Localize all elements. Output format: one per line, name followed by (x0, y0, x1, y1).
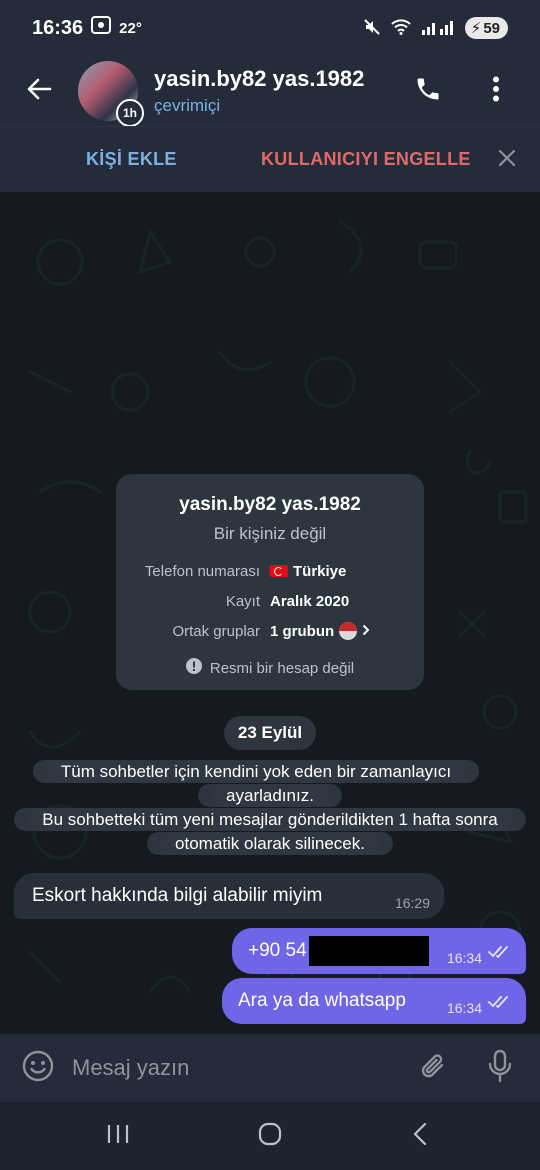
avatar[interactable]: 1h (78, 61, 144, 127)
more-options-button[interactable] (462, 56, 530, 126)
official-notice-text: Resmi bir hesap değil (209, 659, 355, 677)
incoming-message[interactable]: Eskort hakkında bilgi alabilir miyim 16:… (14, 873, 444, 919)
info-row-key: Ortak gruplar (172, 622, 260, 640)
block-user-button[interactable]: KULLANICIYI ENGELLE (261, 149, 471, 170)
mute-icon (363, 18, 381, 39)
date-separator: 23 Eylül (224, 716, 316, 750)
double-check-icon (488, 943, 512, 965)
info-card-name: yasin.by82 yas.1982 (179, 494, 361, 515)
double-check-icon (488, 993, 512, 1015)
redaction-block (308, 936, 429, 966)
call-button[interactable] (394, 56, 462, 126)
chat-title: yasin.by82 yas.1982 (154, 66, 365, 91)
chat-area[interactable]: yasin.by82 yas.1982 Bir kişiniz değil Te… (0, 192, 540, 1034)
info-card-status: Bir kişiniz değil (213, 524, 327, 543)
info-row-common-groups[interactable]: Ortak gruplar 1 grubun (116, 616, 424, 646)
info-row-value: Aralık 2020 (270, 592, 350, 610)
more-vertical-icon (492, 76, 500, 107)
system-navigation-bar (0, 1102, 540, 1170)
official-notice: Resmi bir hesap değil (116, 658, 424, 678)
charging-icon: ⚡ (470, 20, 482, 37)
emoji-button[interactable] (4, 1034, 72, 1102)
nav-back-button[interactable] (390, 1102, 450, 1170)
message-text: +90 54 (248, 940, 307, 961)
signal-icon (421, 19, 455, 38)
recents-icon (106, 1123, 130, 1150)
recents-button[interactable] (88, 1102, 148, 1170)
service-message-line-2: Bu sohbetteki tüm yeni mesajlar gönderil… (28, 808, 512, 855)
phone-icon (414, 75, 442, 108)
info-row-key: Telefon numarası (144, 562, 260, 580)
message-composer (0, 1034, 540, 1102)
screen-record-icon (91, 16, 112, 40)
user-info-card: yasin.by82 yas.1982 Bir kişiniz değil Te… (116, 474, 424, 690)
status-time: 16:36 (32, 16, 84, 39)
back-arrow-icon (26, 78, 52, 105)
info-row-value: 1 grubun (270, 622, 335, 640)
message-input[interactable] (72, 1055, 402, 1081)
service-message: Tüm sohbetler için kendini yok eden bir … (14, 760, 526, 856)
self-destruct-timer-badge: 1h (116, 99, 144, 127)
back-button[interactable] (0, 56, 78, 126)
group-avatar-icon (339, 622, 358, 640)
attach-button[interactable] (408, 1034, 458, 1102)
message-time: 16:34 (446, 1000, 482, 1016)
home-icon (258, 1122, 282, 1151)
service-message-line-1: Tüm sohbetler için kendini yok eden bir … (46, 760, 466, 807)
attach-icon (418, 1051, 448, 1086)
battery-indicator: ⚡ 59 (464, 17, 508, 39)
message-text: Ara ya da whatsapp (238, 990, 406, 1011)
add-contact-button[interactable]: KİŞİ EKLE (86, 149, 177, 170)
info-icon (185, 658, 202, 678)
outgoing-message[interactable]: Ara ya da whatsapp 16:34 (222, 978, 526, 1024)
info-row-registration: Kayıt Aralık 2020 (116, 586, 424, 616)
home-button[interactable] (240, 1102, 300, 1170)
nav-back-icon (412, 1122, 428, 1151)
online-status: çevrimiçi (154, 96, 221, 115)
battery-level: 59 (483, 19, 500, 37)
contact-action-bar: KİŞİ EKLE KULLANICIYI ENGELLE (0, 126, 540, 192)
info-row-value: Türkiye (293, 562, 347, 580)
close-icon (498, 149, 516, 172)
message-text: Eskort hakkında bilgi alabilir miyim (32, 885, 323, 906)
outgoing-message[interactable]: +90 54 16:34 (232, 928, 526, 974)
message-time: 16:34 (446, 950, 482, 966)
close-action-bar-button[interactable] (492, 145, 522, 175)
chat-header: 1h yasin.by82 yas.1982 çevrimiçi (0, 56, 540, 127)
info-row-phone: Telefon numarası Türkiye (116, 556, 424, 586)
status-temperature: 22° (119, 19, 142, 37)
mic-icon (487, 1049, 513, 1088)
chat-title-block[interactable]: yasin.by82 yas.1982 çevrimiçi (154, 66, 364, 116)
turkey-flag-icon (270, 565, 288, 577)
emoji-icon (22, 1050, 54, 1087)
voice-record-button[interactable] (472, 1034, 528, 1102)
status-bar: 16:36 22° ⚡ 59 (0, 0, 540, 56)
chevron-right-icon (362, 623, 370, 640)
wifi-icon (391, 18, 411, 38)
message-time: 16:29 (394, 895, 430, 911)
info-row-key: Kayıt (225, 592, 260, 610)
